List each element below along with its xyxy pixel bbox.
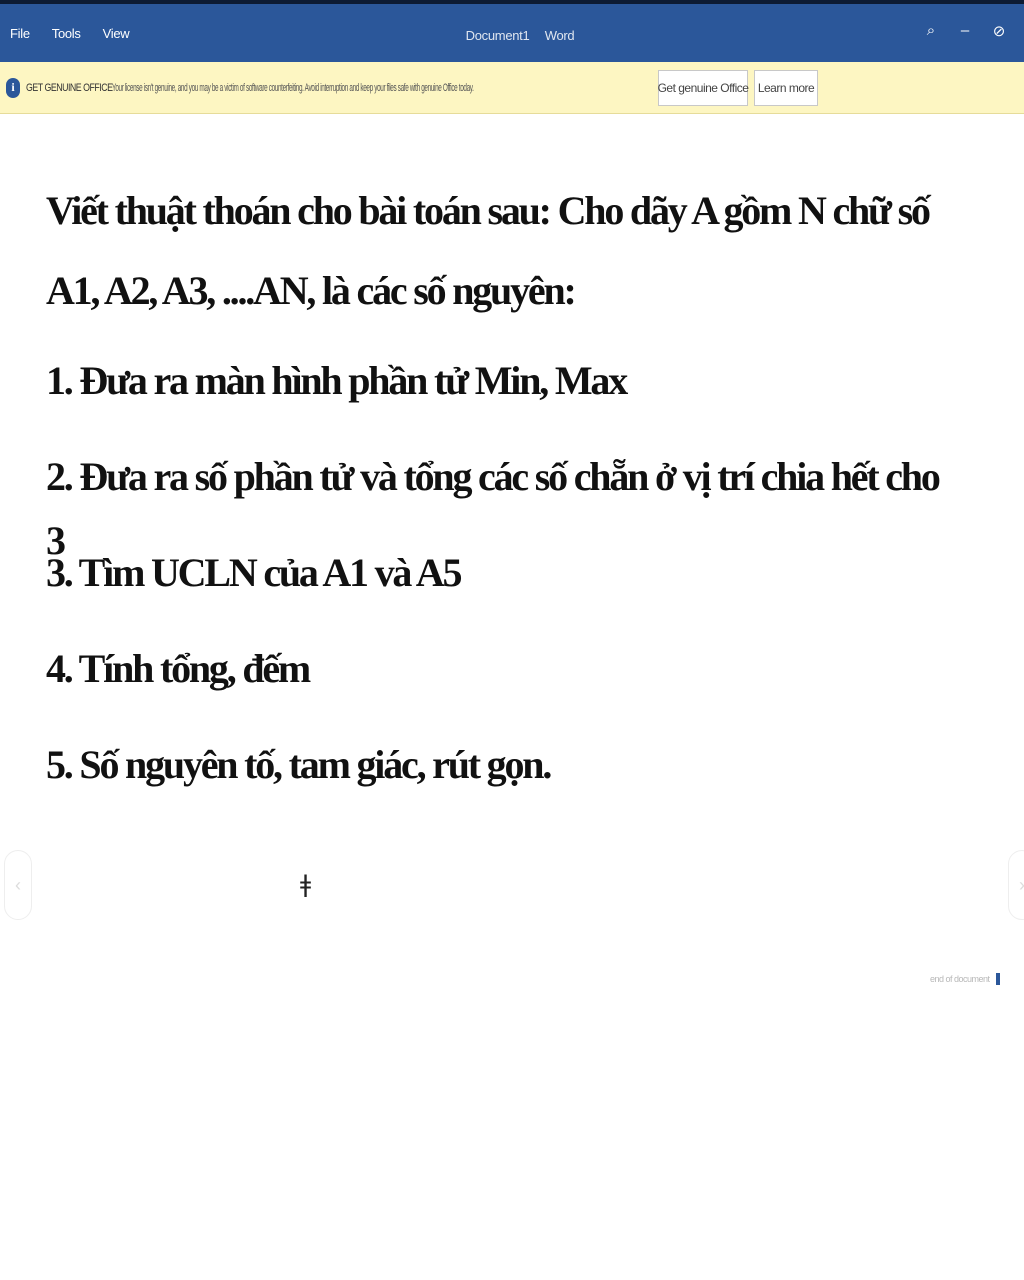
chevron-left-icon: ‹ — [15, 874, 21, 895]
infobar-message: Your license isn't genuine, and you may … — [112, 81, 474, 94]
document-body[interactable]: Viết thuật thoán cho bài toán sau: Cho d… — [46, 187, 946, 811]
close-icon[interactable]: ⊘ — [992, 22, 1006, 40]
minimize-icon[interactable]: – — [958, 22, 972, 40]
document-page[interactable]: Viết thuật thoán cho bài toán sau: Cho d… — [0, 115, 1024, 1280]
task-item-4: 4. Tính tổng, đếm — [46, 646, 311, 691]
task-item-3: 3. Tìm UCLN của A1 và A5 — [46, 550, 462, 595]
chevron-right-icon: › — [1019, 875, 1024, 896]
text-cursor-icon: ǂ — [300, 870, 312, 898]
problem-statement: Viết thuật thoán cho bài toán sau: Cho d… — [46, 188, 931, 313]
app-name: Word — [544, 28, 575, 43]
window-title: Document1 Word — [0, 28, 1024, 43]
get-genuine-office-button[interactable]: Get genuine Office — [658, 70, 749, 106]
task-item-5: 5. Số nguyên tố, tam giác, rút gọn. — [46, 742, 552, 787]
search-icon[interactable]: ⌕ — [924, 22, 938, 40]
next-page-button[interactable]: › — [1008, 850, 1024, 920]
task-item-1: 1. Đưa ra màn hình phần tử Min, Max — [46, 358, 628, 403]
document-name: Document1 — [465, 28, 530, 43]
learn-more-button[interactable]: Learn more — [754, 70, 818, 106]
task-item-2: 2. Đưa ra số phần tử và tổng các số chẵn… — [46, 454, 941, 563]
window-controls: ⌕ – ⊘ — [924, 22, 1006, 40]
genuine-office-infobar: i GET GENUINE OFFICE Your license isn't … — [0, 62, 1024, 114]
info-icon: i — [6, 77, 20, 98]
previous-page-button[interactable]: ‹ — [4, 850, 32, 920]
page-end-indicator: end of document — [930, 973, 1000, 985]
page-marker — [995, 973, 1000, 985]
infobar-heading: GET GENUINE OFFICE — [26, 81, 113, 94]
page-indicator-text: end of document — [930, 974, 990, 984]
title-bar: File Tools View Document1 Word ⌕ – ⊘ — [0, 0, 1024, 62]
